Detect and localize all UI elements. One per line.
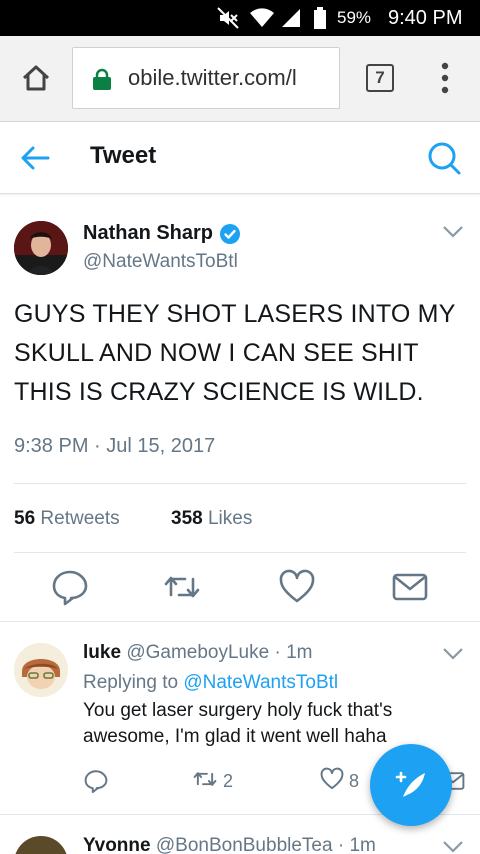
url-text: obile.twitter.com/l xyxy=(128,65,297,90)
avatar[interactable] xyxy=(14,643,68,697)
reply-author-handle[interactable]: @GameboyLuke xyxy=(126,642,269,663)
avatar[interactable] xyxy=(14,221,68,275)
reply-header: Yvonne @BonBonBubbleTea · 1m xyxy=(83,835,376,854)
retweet-count: 2 xyxy=(223,770,234,791)
battery-percent: 59% xyxy=(337,8,372,27)
url-bar[interactable]: obile.twitter.com/l xyxy=(72,47,340,109)
likes-stat[interactable]: 358 Likes xyxy=(171,508,252,530)
replying-to: Replying to @NateWantsToBtl xyxy=(83,672,339,693)
reply-text: You get laser surgery holy fuck that's a… xyxy=(83,700,393,747)
battery-icon xyxy=(313,0,327,36)
like-icon xyxy=(319,766,345,797)
compose-feather-icon xyxy=(391,763,431,808)
lock-icon xyxy=(92,68,112,90)
back-arrow-icon[interactable] xyxy=(18,142,52,174)
status-bar: 59% 9:40 PM xyxy=(0,0,480,36)
retweet-icon[interactable] xyxy=(162,567,202,607)
mention-link[interactable]: @NateWantsToBtl xyxy=(183,672,338,693)
signal-icon xyxy=(280,0,302,36)
chevron-down-icon[interactable] xyxy=(442,225,464,239)
reply-icon[interactable] xyxy=(50,567,90,607)
chevron-down-icon[interactable] xyxy=(442,647,464,661)
app-header: Tweet xyxy=(0,122,480,194)
reply-author-name[interactable]: Yvonne xyxy=(83,835,151,854)
tweet-timestamp[interactable]: 9:38 PM · Jul 15, 2017 xyxy=(14,435,215,458)
reply-author-name[interactable]: luke xyxy=(83,642,121,663)
main-tweet: Nathan Sharp @NateWantsToBtl GUYS THEY S… xyxy=(0,195,480,622)
like-button[interactable]: 8 xyxy=(315,767,359,795)
home-icon[interactable] xyxy=(20,62,52,94)
retweet-button[interactable]: 2 xyxy=(187,767,233,795)
like-icon[interactable] xyxy=(277,567,317,607)
retweets-stat[interactable]: 56 Retweets xyxy=(14,508,120,530)
reply-author-handle[interactable]: @BonBonBubbleTea xyxy=(156,835,333,854)
menu-dots-icon[interactable] xyxy=(433,60,457,96)
tab-switcher-button[interactable]: 7 xyxy=(366,64,394,92)
tweet-text: GUYS THEY SHOT LASERS INTO MY SKULL AND … xyxy=(14,300,456,406)
reply-header: luke @GameboyLuke · 1m xyxy=(83,642,312,664)
browser-toolbar: obile.twitter.com/l 7 xyxy=(0,36,480,122)
tweet-actions xyxy=(0,567,480,607)
reply-time: · 1m xyxy=(274,642,313,663)
tweet-stats: 56 Retweets 358 Likes xyxy=(14,483,466,553)
message-icon[interactable] xyxy=(390,567,430,607)
author-name[interactable]: Nathan Sharp xyxy=(83,222,213,245)
author-handle[interactable]: @NateWantsToBtl xyxy=(83,251,238,273)
reply-time: · 1m xyxy=(337,835,376,854)
like-count: 8 xyxy=(349,770,360,791)
reply-icon[interactable] xyxy=(83,767,109,795)
chevron-down-icon[interactable] xyxy=(442,840,464,854)
page-title: Tweet xyxy=(90,142,157,169)
mute-icon xyxy=(216,0,240,36)
avatar[interactable] xyxy=(14,836,68,854)
compose-tweet-button[interactable] xyxy=(370,744,452,826)
retweet-icon xyxy=(191,766,219,797)
wifi-icon xyxy=(249,0,275,36)
search-icon[interactable] xyxy=(426,140,462,176)
clock: 9:40 PM xyxy=(388,6,463,29)
verified-badge-icon xyxy=(219,223,241,245)
